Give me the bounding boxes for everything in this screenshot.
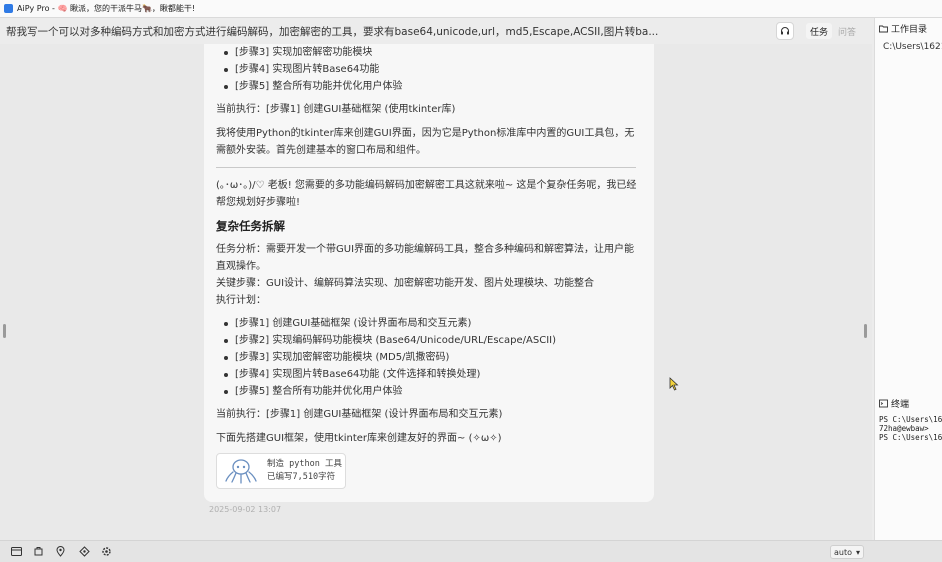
terminal-line: 72ha@ewbaw> [879, 424, 929, 433]
list-item: [步骤2] 实现编码解码功能模块 (Base64/Unicode/URL/Esc… [224, 332, 644, 349]
task-analysis-text: 任务分析：需要开发一个带GUI界面的多功能编解码工具，整合多种编码和解密算法，让… [216, 244, 635, 272]
assistant-message: [步骤3] 实现加密解密功能模块 [步骤4] 实现图片转Base64功能 [步骤… [204, 44, 654, 502]
terminal-icon [879, 399, 888, 407]
tool-card-subtitle: 已编写7,510字符 [267, 472, 336, 482]
tool-card[interactable]: 制造 python 工具 已编写7,510字符 [216, 453, 346, 489]
tool-card-title: 制造 python 工具 [267, 459, 342, 469]
list-item: [步骤1] 创建GUI基础框架 (设计界面布局和交互元素) [224, 315, 644, 332]
headset-button[interactable] [776, 22, 794, 40]
chevron-down-icon: ▾ [855, 547, 860, 557]
section-title: 复杂任务拆解 [216, 219, 285, 233]
terminal-line: PS C:\Users\162 [879, 415, 942, 424]
octopus-icon [225, 459, 257, 484]
left-resize-handle[interactable] [3, 324, 6, 338]
task-header: 帮我写一个可以对多种编码方式和加密方式进行编码解码，加密解密的工具，要求有bas… [0, 20, 872, 42]
headset-icon [781, 27, 789, 35]
plugin-icon[interactable] [32, 545, 44, 557]
terminal-header: 终端 [875, 395, 942, 411]
folder-icon [879, 25, 888, 32]
task-title: 帮我写一个可以对多种编码方式和加密方式进行编码解码，加密解密的工具，要求有bas… [6, 25, 659, 38]
settings-icon[interactable] [100, 545, 112, 557]
plan-list: [步骤1] 创建GUI基础框架 (设计界面布局和交互元素) [步骤2] 实现编码… [216, 315, 644, 400]
tab-qa[interactable]: 问答 [834, 23, 860, 39]
terminal-title: 终端 [891, 399, 910, 410]
terminal-section[interactable]: 终端 PS C:\Users\162 72ha@ewbaw> PS C:\Users… [875, 395, 942, 442]
greeting-text: (｡･ω･｡)/♡ 老板! 您需要的多功能编码解码加密解密工具这就来啦~ 这是个… [216, 180, 637, 208]
window-title: AiPy Pro - 🧠 瞅派，您的干派牛马🐂，瞅都能干! [17, 4, 196, 13]
mouse-cursor-icon [669, 377, 679, 391]
list-item: [步骤4] 实现图片转Base64功能 [224, 61, 644, 78]
workdir-section: 工作目录 C:\Users\16219 [875, 18, 942, 52]
workdir-path[interactable]: C:\Users\16219 [875, 42, 942, 52]
window-titlebar: AiPy Pro - 🧠 瞅派，您的干派牛马🐂，瞅都能干! [0, 0, 942, 18]
mode-select[interactable]: auto ▾ [830, 545, 864, 559]
chat-area[interactable]: [步骤3] 实现加密解密功能模块 [步骤4] 实现图片转Base64功能 [步骤… [0, 44, 872, 540]
message-timestamp: 2025-09-02 13:07 [209, 505, 282, 514]
tool-card-text: 制造 python 工具 已编写7,510字符 [267, 458, 342, 484]
terminal-line: PS C:\Users\162 [879, 433, 942, 442]
tab-task[interactable]: 任务 [806, 23, 833, 39]
share-icon[interactable] [78, 545, 90, 557]
current-step-text: 当前执行：[步骤1] 创建GUI基础框架 (设计界面布局和交互元素) [216, 409, 503, 420]
current-step-text: 当前执行：[步骤1] 创建GUI基础框架 (使用tkinter库) [216, 104, 456, 115]
right-panel: 工作目录 C:\Users\16219 终端 PS C:\Users\16272… [874, 18, 942, 540]
workdir-title: 工作目录 [891, 24, 928, 35]
terminal-output: PS C:\Users\162 72ha@ewbaw> PS C:\Users\16… [875, 415, 942, 442]
right-resize-handle[interactable] [864, 324, 867, 338]
divider [216, 167, 636, 168]
list-item: [步骤5] 整合所有功能并优化用户体验 [224, 78, 644, 95]
build-note-text: 下面先搭建GUI框架，使用tkinter库来创建友好的界面~ (✧ω✧) [216, 433, 502, 444]
workdir-header: 工作目录 [875, 20, 942, 36]
explanation-text: 我将使用Python的tkinter库来创建GUI界面，因为它是Python标准… [216, 128, 635, 156]
mode-select-value: auto [834, 547, 853, 557]
location-icon[interactable] [54, 545, 66, 557]
list-item: [步骤5] 整合所有功能并优化用户体验 [224, 383, 644, 400]
app-logo-icon [4, 4, 13, 13]
plan-list-top: [步骤3] 实现加密解密功能模块 [步骤4] 实现图片转Base64功能 [步骤… [216, 44, 644, 95]
list-item: [步骤4] 实现图片转Base64功能 (文件选择和转换处理) [224, 366, 644, 383]
list-item: [步骤3] 实现加密解密功能模块 (MD5/凯撒密码) [224, 349, 644, 366]
key-steps-text: 关键步骤：GUI设计、编解码算法实现、加密解密功能开发、图片处理模块、功能整合 [216, 278, 595, 289]
plan-label: 执行计划： [216, 295, 266, 306]
browser-icon[interactable] [10, 545, 22, 557]
status-bar: auto ▾ [0, 540, 942, 562]
list-item: [步骤3] 实现加密解密功能模块 [224, 44, 644, 61]
